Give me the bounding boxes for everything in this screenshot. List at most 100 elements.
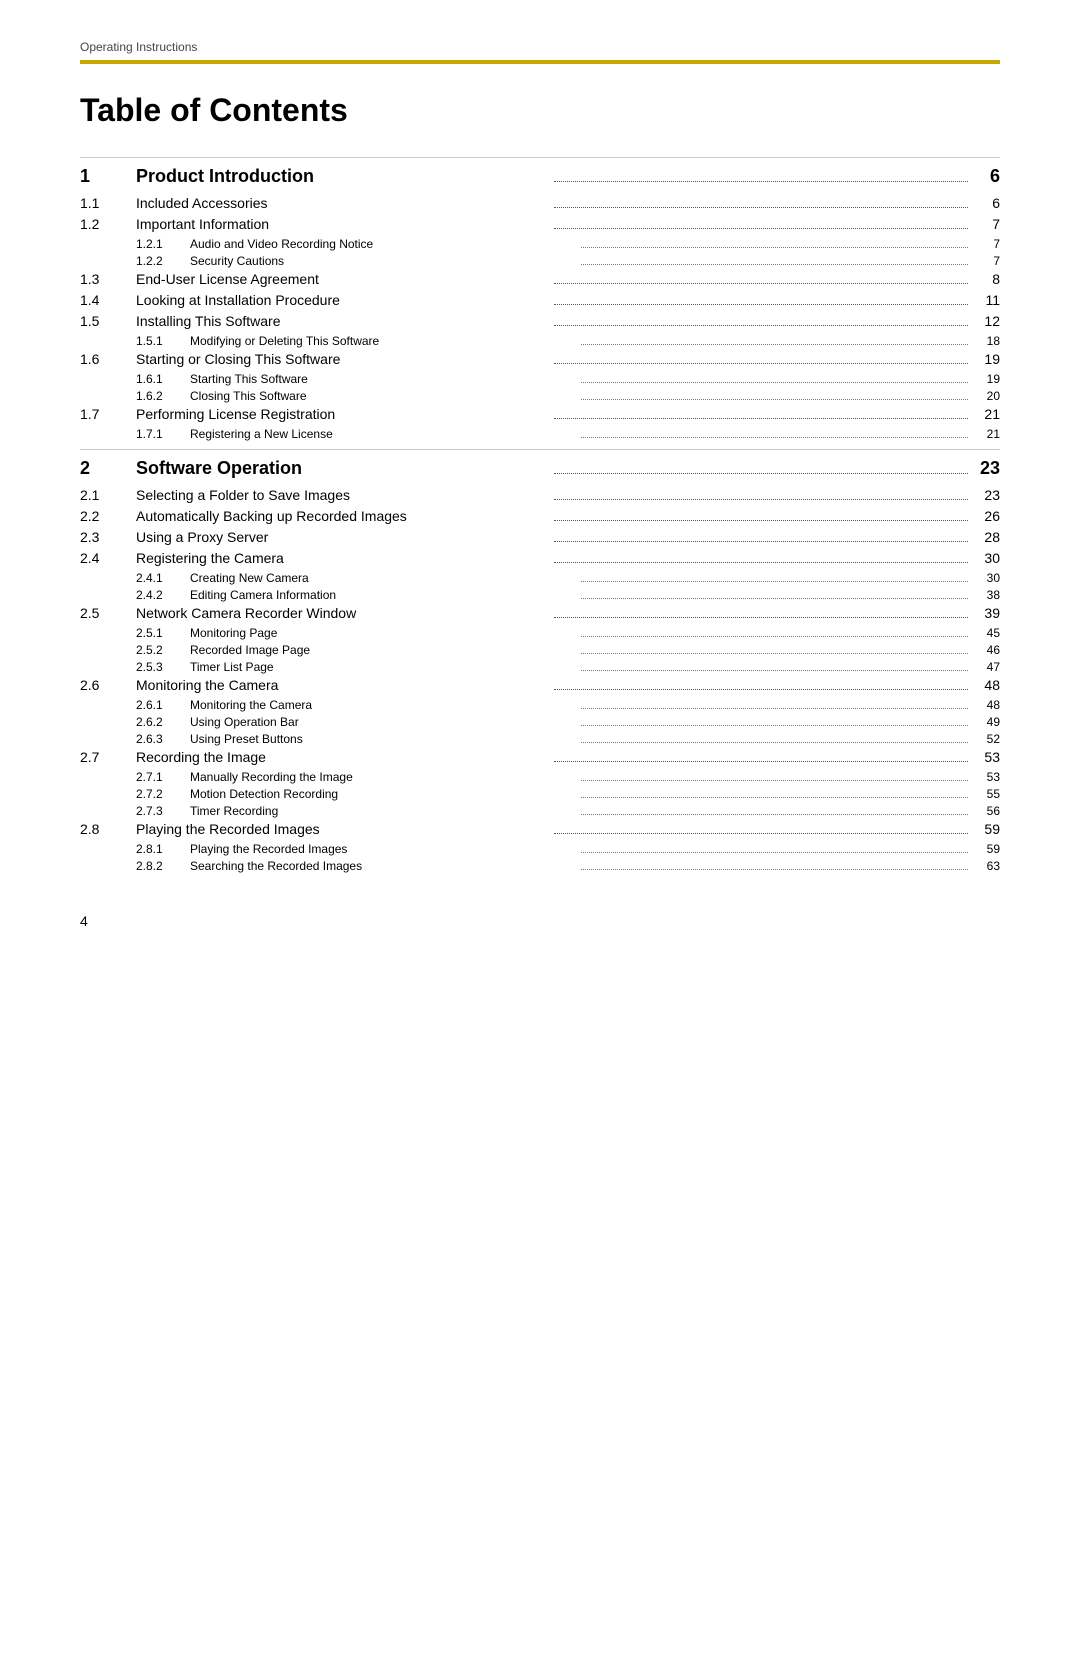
toc-num: 2.8.2 [80,859,190,873]
toc-num: 2.8 [80,821,136,837]
toc-page: 30 [972,550,1000,566]
toc-num: 1.1 [80,195,136,211]
toc-page: 6 [972,195,1000,211]
toc-entry: 2.8Playing the Recorded Images59 [80,821,1000,837]
toc-num: 2.7.1 [80,770,190,784]
toc-num: 2.2 [80,508,136,524]
toc-dots [581,653,968,654]
toc-dots [581,670,968,671]
toc-page: 53 [972,770,1000,784]
toc-dots [554,418,968,419]
toc-num: 2.5.2 [80,643,190,657]
toc-dots [554,283,968,284]
toc-entry: 2.5.1Monitoring Page45 [80,626,1000,640]
toc-dots [554,304,968,305]
toc-page: 56 [972,804,1000,818]
toc-num: 2.5 [80,605,136,621]
toc-page: 48 [972,677,1000,693]
toc-num: 1.3 [80,271,136,287]
toc-num: 2.5.1 [80,626,190,640]
toc-label: Audio and Video Recording Notice [190,237,577,251]
toc-label: Installing This Software [136,313,550,329]
gold-rule [80,60,1000,64]
toc-page: 53 [972,749,1000,765]
toc-num: 1.2.1 [80,237,190,251]
toc-num: 2.4 [80,550,136,566]
toc-dots [554,207,968,208]
toc-label: Selecting a Folder to Save Images [136,487,550,503]
toc-entry: 1Product Introduction6 [80,157,1000,187]
toc-entry: 2.2Automatically Backing up Recorded Ima… [80,508,1000,524]
toc-label: Recorded Image Page [190,643,577,657]
toc-entry: 1.3End-User License Agreement8 [80,271,1000,287]
toc-entry: 2.4.2Editing Camera Information38 [80,588,1000,602]
toc-label: Monitoring the Camera [136,677,550,693]
toc-entry: 2.1Selecting a Folder to Save Images23 [80,487,1000,503]
toc-label: Starting This Software [190,372,577,386]
toc-label: Timer Recording [190,804,577,818]
toc-label: Performing License Registration [136,406,550,422]
toc-num: 2.5.3 [80,660,190,674]
toc-label: Starting or Closing This Software [136,351,550,367]
toc-page: 19 [972,351,1000,367]
toc-entry: 2.3Using a Proxy Server28 [80,529,1000,545]
toc-entry: 2.6Monitoring the Camera48 [80,677,1000,693]
toc-page: 49 [972,715,1000,729]
toc-dots [554,562,968,563]
toc-entry: 1.2.2Security Cautions7 [80,254,1000,268]
toc-page: 45 [972,626,1000,640]
toc-dots [581,399,968,400]
toc-dots [581,852,968,853]
toc-dots [581,344,968,345]
toc-label: Creating New Camera [190,571,577,585]
toc-label: Recording the Image [136,749,550,765]
toc-entry: 1.7.1Registering a New License21 [80,427,1000,441]
toc-dots [554,617,968,618]
toc-entry: 1.1Included Accessories 6 [80,195,1000,211]
toc-num: 2 [80,458,136,479]
toc-dots [581,382,968,383]
toc-page: 19 [972,372,1000,386]
toc-dots [554,473,968,474]
toc-entry: 2.4Registering the Camera 30 [80,550,1000,566]
toc-label: Product Introduction [136,166,550,187]
toc-num: 2.3 [80,529,136,545]
toc-page: 30 [972,571,1000,585]
toc-label: Included Accessories [136,195,550,211]
toc-entry: 2.4.1Creating New Camera30 [80,571,1000,585]
toc-num: 1.7 [80,406,136,422]
toc-entry: 2.6.2Using Operation Bar49 [80,715,1000,729]
toc-dots [554,520,968,521]
toc-label: Manually Recording the Image [190,770,577,784]
toc-num: 2.8.1 [80,842,190,856]
toc-page: 21 [972,427,1000,441]
toc-label: Searching the Recorded Images [190,859,577,873]
toc-page: 21 [972,406,1000,422]
toc-entry: 2.7.2Motion Detection Recording55 [80,787,1000,801]
toc-entry: 2.5.3Timer List Page47 [80,660,1000,674]
toc-num: 2.6.3 [80,732,190,746]
toc-label: Registering a New License [190,427,577,441]
toc-dots [554,499,968,500]
toc-entry: 1.5.1Modifying or Deleting This Software… [80,334,1000,348]
toc-label: Monitoring the Camera [190,698,577,712]
toc-label: Security Cautions [190,254,577,268]
toc-num: 2.7.2 [80,787,190,801]
toc-num: 2.6.1 [80,698,190,712]
toc-label: Registering the Camera [136,550,550,566]
toc-num: 1.2 [80,216,136,232]
toc-entry: 1.4Looking at Installation Procedure11 [80,292,1000,308]
toc-label: Playing the Recorded Images [190,842,577,856]
toc-label: Network Camera Recorder Window [136,605,550,621]
toc-entry: 2.5.2Recorded Image Page46 [80,643,1000,657]
toc-entry: 1.2.1Audio and Video Recording Notice7 [80,237,1000,251]
footer-page-number: 4 [80,913,1000,929]
toc-entry: 2.7.3Timer Recording56 [80,804,1000,818]
toc-dots [581,247,968,248]
toc-dots [581,797,968,798]
toc-page: 12 [972,313,1000,329]
page-title: Table of Contents [80,92,1000,129]
toc-label: End-User License Agreement [136,271,550,287]
toc-dots [554,181,968,182]
toc-entry: 1.7Performing License Registration 21 [80,406,1000,422]
